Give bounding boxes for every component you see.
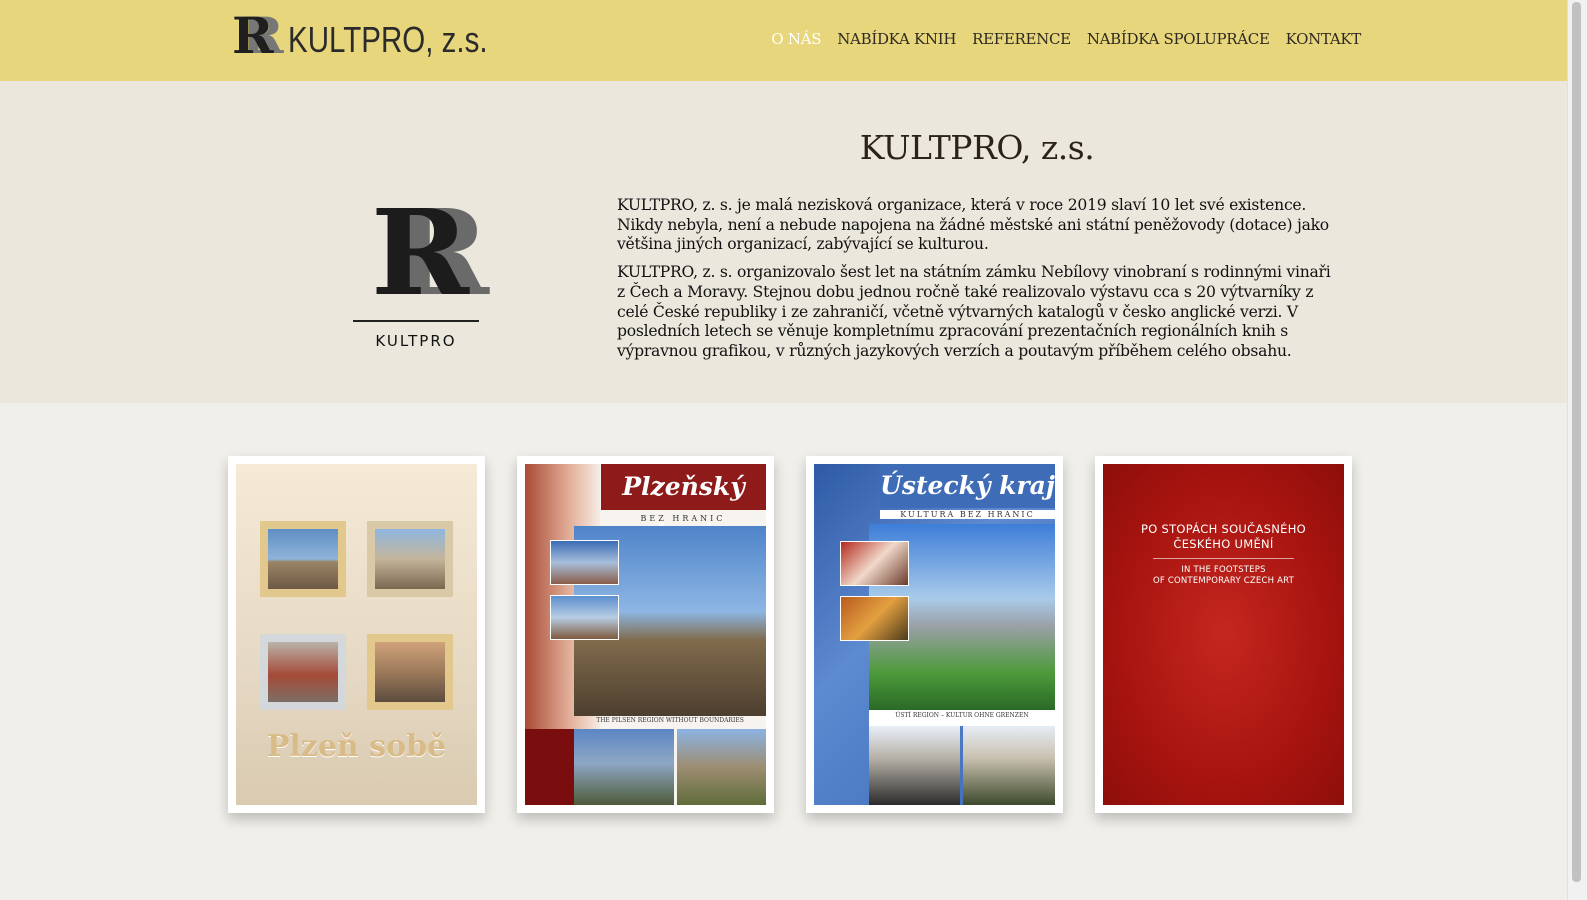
nav-item-o-nas[interactable]: O NÁS <box>771 30 821 48</box>
book-title: PO STOPÁCH SOUČASNÉHO ČESKÉHO UMĚNÍ <box>1140 522 1307 551</box>
brand-name: KULTPRO, z.s. <box>288 19 488 60</box>
logo-r-icon: R R <box>371 183 490 322</box>
brand-logo-link[interactable]: R R KULTPRO, z.s. <box>232 6 531 65</box>
book-caption: ÚSTÍ REGION – KULTUR OHNE GRENZEN <box>895 712 1029 719</box>
nav-item-nabidka-spoluprace[interactable]: NABÍDKA SPOLUPRÁCE <box>1087 30 1270 48</box>
book-subtitle: IN THE FOOTSTEPS OF CONTEMPORARY CZECH A… <box>1152 565 1295 586</box>
about-text: KULTPRO, z. s. je malá nezisková organiz… <box>617 196 1341 370</box>
page-scrollbar[interactable] <box>1567 0 1587 900</box>
carriage-photo <box>367 521 453 597</box>
tram-photo <box>260 634 346 710</box>
book-cover-image: Plzeň sobě <box>236 464 477 805</box>
chateau-photo <box>869 726 960 805</box>
castle-thumbnail <box>550 595 619 640</box>
autumn-thumbnail <box>840 596 909 641</box>
book-title: Plzeň sobě <box>266 729 447 764</box>
nav-item-reference[interactable]: REFERENCE <box>972 30 1071 48</box>
page-title: KULTPRO, z.s. <box>859 128 1095 167</box>
scrollbar-thumb[interactable] <box>1572 2 1581 882</box>
book-cover-image: Plzeňský kraj BEZ HRANIC THE PILSEN REGI… <box>525 464 766 805</box>
site-header: R R KULTPRO, z.s. O NÁS NABÍDKA KNIH REF… <box>0 0 1568 81</box>
book-subtitle: KULTURA BEZ HRANIC <box>880 510 1055 519</box>
book-card-ustecky-kraj[interactable]: Ústecký kraj KULTURA BEZ HRANIC ÚSTÍ REG… <box>806 456 1063 813</box>
book-card-plzensky-kraj[interactable]: Plzeňský kraj BEZ HRANIC THE PILSEN REGI… <box>517 456 774 813</box>
book-gallery: Plzeň sobě Plzeňský kraj BEZ HRANIC THE … <box>228 456 1352 813</box>
book-cover-image: PO STOPÁCH SOUČASNÉHO ČESKÉHO UMĚNÍ IN T… <box>1103 464 1344 805</box>
logo-caption: KULTPRO <box>375 332 457 350</box>
book-title: Plzeňský kraj <box>601 464 766 547</box>
main-nav: O NÁS NABÍDKA KNIH REFERENCE NABÍDKA SPO… <box>771 30 1361 48</box>
town-thumbnail <box>550 540 619 585</box>
street-photo <box>367 634 453 710</box>
brand-mark-icon: R R <box>232 6 284 65</box>
nav-item-kontakt[interactable]: KONTAKT <box>1286 30 1362 48</box>
church-photo <box>963 726 1055 805</box>
about-paragraph-1: KULTPRO, z. s. je malá nezisková organiz… <box>617 196 1329 254</box>
book-title: Ústecký kraj <box>880 464 1055 508</box>
book-card-plzen-sobe[interactable]: Plzeň sobě <box>228 456 485 813</box>
nav-item-nabidka-knih[interactable]: NABÍDKA KNIH <box>837 30 956 48</box>
title-divider <box>1153 558 1294 559</box>
ruins-photo <box>677 729 766 805</box>
landscape-thumbnail <box>840 541 909 586</box>
kultpro-logo: R R KULTPRO <box>353 183 490 350</box>
about-paragraph-2: KULTPRO, z. s. organizovalo šest let na … <box>617 263 1331 360</box>
book-cover-image: Ústecký kraj KULTURA BEZ HRANIC ÚSTÍ REG… <box>814 464 1055 805</box>
book-caption: THE PILSEN REGION WITHOUT BOUNDARIES <box>596 717 744 724</box>
castle-photo <box>574 729 674 805</box>
book-card-po-stopach[interactable]: PO STOPÁCH SOUČASNÉHO ČESKÉHO UMĚNÍ IN T… <box>1095 456 1352 813</box>
cathedral-photo <box>260 521 346 597</box>
book-subtitle: BEZ HRANIC <box>640 514 726 523</box>
